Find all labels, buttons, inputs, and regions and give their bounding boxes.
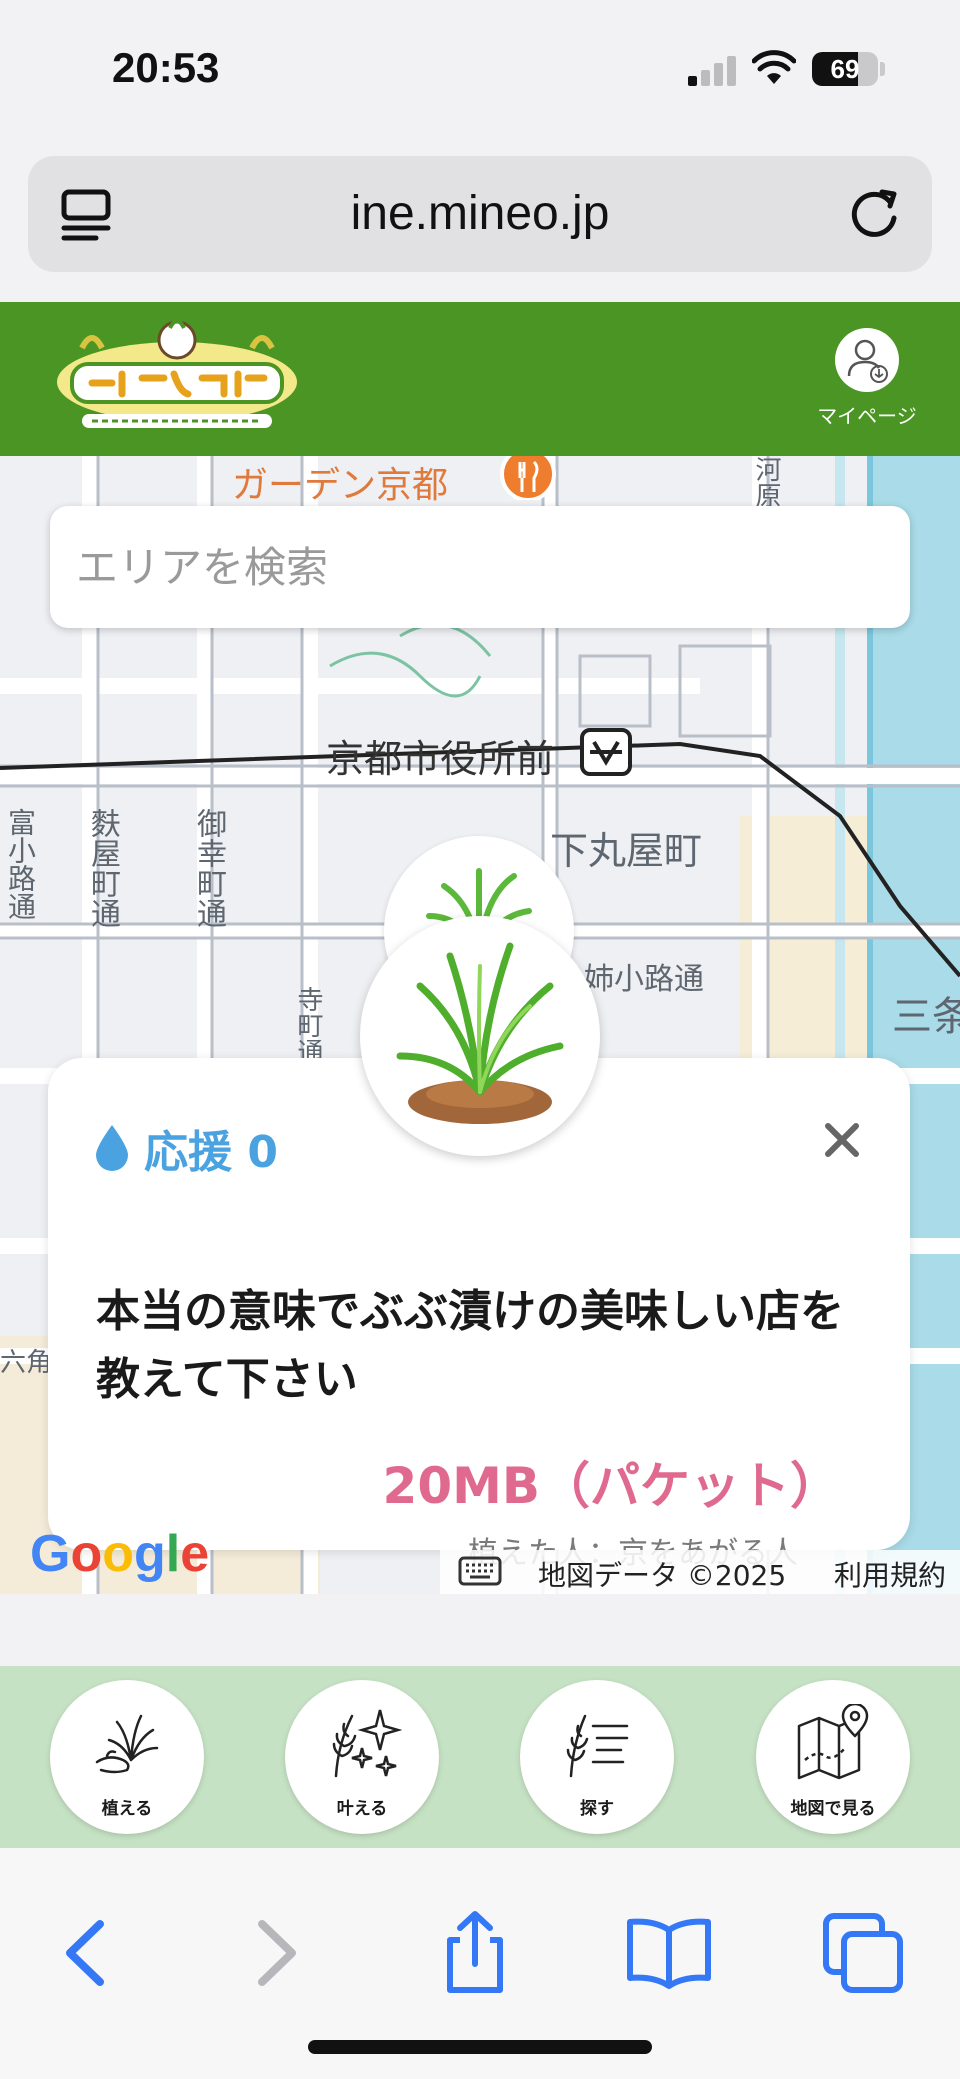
search-list-icon — [566, 1714, 629, 1778]
url-text[interactable]: ine.mineo.jp — [28, 186, 932, 241]
restaurant-pin-icon[interactable] — [494, 456, 562, 500]
share-icon[interactable] — [430, 1908, 520, 1998]
back-icon[interactable] — [42, 1908, 132, 1998]
sparkle-rice-icon — [332, 1709, 402, 1778]
plant-hand-icon — [95, 1714, 159, 1774]
map-view[interactable]: ガーデン京都 京都市役所前 下丸屋町 姉小路通 三条 麩屋町通 御幸町通 富小路… — [0, 456, 960, 1594]
map-label-street-gokomachi: 御幸町通 — [191, 808, 226, 928]
cellular-signal-icon — [688, 56, 736, 86]
battery-percent: 69 — [830, 54, 860, 84]
map-pin-icon — [797, 1704, 869, 1780]
close-icon[interactable] — [822, 1120, 862, 1160]
terms-link[interactable]: 利用規約 — [834, 1554, 946, 1594]
sprout-marker-selected[interactable] — [360, 916, 600, 1156]
mypage-label: マイページ — [817, 404, 917, 428]
bottom-nav: 植える 叶える 探す 地図で見る — [0, 1666, 960, 1848]
map-label-street-fuyacho: 麩屋町通 — [85, 808, 120, 928]
reload-icon[interactable] — [844, 184, 904, 244]
nav-plant-button[interactable]: 植える — [50, 1680, 204, 1834]
mypage-avatar — [835, 328, 899, 392]
map-label-street-anekoji: 姉小路通 — [584, 962, 704, 997]
wifi-icon — [752, 50, 796, 84]
nav-map-label: 地図で見る — [790, 1799, 876, 1819]
map-data-text: 地図データ ©2025 — [538, 1559, 787, 1592]
status-time: 20:53 — [112, 44, 220, 91]
map-label-restaurant: ガーデン京都 — [232, 465, 449, 506]
nav-map-button[interactable]: 地図で見る — [756, 1680, 910, 1834]
reward-text: 20MB（パケット） — [382, 1457, 840, 1515]
cheer-label: 応援 0 — [144, 1127, 278, 1178]
home-indicator — [308, 2040, 652, 2054]
battery-cap — [880, 62, 885, 76]
nav-search-label: 探す — [580, 1799, 614, 1819]
forward-icon[interactable] — [230, 1908, 320, 1998]
rice-sprout-icon — [396, 942, 564, 1124]
map-label-town2: 三条 — [892, 994, 960, 1040]
nav-plant-label: 植える — [101, 1799, 153, 1819]
area-search-input[interactable] — [76, 506, 876, 628]
subway-station-icon[interactable] — [580, 728, 632, 776]
status-bar: 20:53 69 — [0, 0, 960, 140]
bookmarks-icon[interactable] — [624, 1908, 714, 1998]
negainaho-logo[interactable] — [52, 318, 302, 440]
address-bar[interactable]: ine.mineo.jp — [28, 156, 932, 272]
area-search-box[interactable] — [50, 506, 910, 628]
user-icon — [847, 339, 888, 383]
cheer-count[interactable]: 応援 0 — [94, 1116, 278, 1180]
water-drop-icon — [96, 1125, 128, 1171]
nav-grant-label: 叶える — [336, 1799, 388, 1819]
site-header: マイページ — [0, 302, 960, 456]
nav-grant-button[interactable]: 叶える — [285, 1680, 439, 1834]
keyboard-icon[interactable] — [458, 1556, 502, 1586]
map-label-station: 京都市役所前 — [326, 737, 555, 781]
map-label-street-tominokoji: 富小路通 — [4, 808, 37, 920]
google-logo: Google — [30, 1525, 210, 1583]
nav-search-button[interactable]: 探す — [520, 1680, 674, 1834]
wish-text: 本当の意味でぶぶ漬けの美味しい店を教えて下さい — [96, 1286, 844, 1405]
map-attribution: 地図データ ©2025 利用規約 — [440, 1550, 960, 1594]
tabs-icon[interactable] — [818, 1908, 908, 1998]
mypage-button[interactable]: マイページ — [812, 328, 922, 429]
battery-icon: 69 — [812, 52, 878, 86]
map-label-street-teramachi: 寺町通 — [293, 986, 323, 1064]
